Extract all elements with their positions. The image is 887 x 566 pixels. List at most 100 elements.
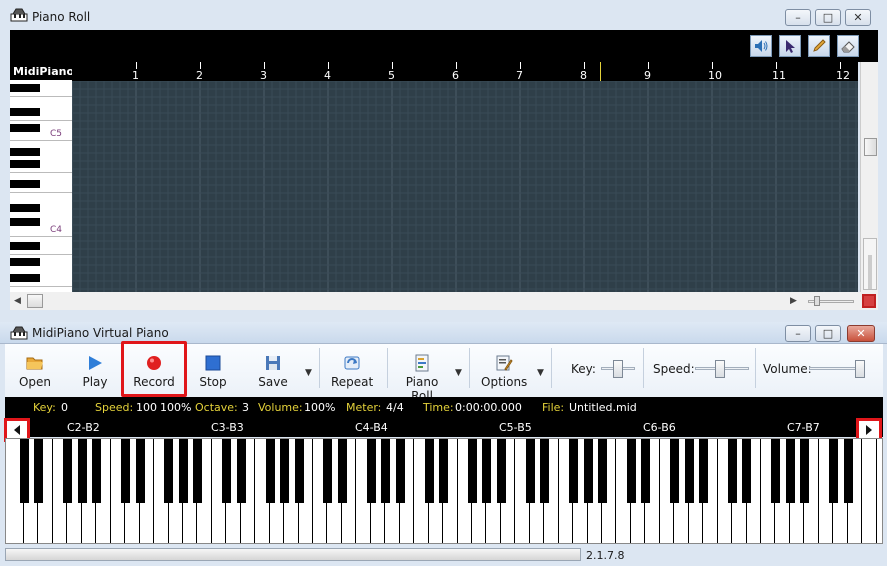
volume-slider[interactable] <box>809 350 865 384</box>
ruler-tick <box>712 62 713 69</box>
black-key[interactable] <box>569 439 579 503</box>
black-key[interactable] <box>699 439 709 503</box>
open-button[interactable]: Open <box>15 350 55 389</box>
black-key[interactable] <box>337 439 347 503</box>
zoom-slider[interactable] <box>863 238 877 290</box>
playhead-marker[interactable] <box>600 62 601 81</box>
play-button[interactable]: Play <box>75 350 115 389</box>
black-key[interactable] <box>424 439 434 503</box>
speaker-tool-button[interactable] <box>750 35 772 57</box>
save-button[interactable]: Save <box>253 350 293 389</box>
key-slider[interactable] <box>601 350 635 384</box>
black-key[interactable] <box>178 439 188 503</box>
black-key[interactable] <box>439 439 448 503</box>
floppy-disk-icon <box>266 356 280 370</box>
status-key-value: 0 <box>61 401 68 414</box>
black-key[interactable] <box>785 439 795 503</box>
minimize-button[interactable]: – <box>785 9 811 26</box>
black-key[interactable] <box>135 439 145 503</box>
black-key[interactable] <box>294 439 304 503</box>
black-key[interactable] <box>597 439 607 503</box>
horizontal-scrollbar[interactable]: ◀ ▶ <box>10 292 800 310</box>
black-key[interactable] <box>265 439 275 503</box>
black-key[interactable] <box>19 439 29 503</box>
octave-label: C7-B7 <box>787 421 820 434</box>
black-key[interactable] <box>366 439 376 503</box>
black-key[interactable] <box>684 439 694 503</box>
black-key[interactable] <box>583 439 593 503</box>
piano-roll-dropdown-icon[interactable]: ▼ <box>455 368 462 378</box>
status-file-label: File: <box>542 401 565 414</box>
speed-slider-thumb[interactable] <box>715 360 725 378</box>
note-grid[interactable] <box>72 81 858 292</box>
black-key[interactable] <box>829 439 839 503</box>
black-key[interactable] <box>467 439 477 503</box>
hzoom-thumb[interactable] <box>814 296 820 306</box>
black-key[interactable] <box>482 439 492 503</box>
record-button-highlight <box>121 341 187 397</box>
maximize-button[interactable]: □ <box>815 9 841 26</box>
status-time-label: Time: <box>423 401 454 414</box>
scroll-left-icon[interactable]: ◀ <box>14 296 21 306</box>
pencil-tool-button[interactable] <box>808 35 830 57</box>
pointer-tool-button[interactable] <box>779 35 801 57</box>
black-key[interactable] <box>63 439 73 503</box>
key-line <box>10 140 72 141</box>
black-key[interactable] <box>540 439 550 503</box>
black-key[interactable] <box>381 439 391 503</box>
toolbar-separator <box>755 348 756 388</box>
black-key[interactable] <box>525 439 535 503</box>
black-key[interactable] <box>771 439 781 503</box>
key-line <box>10 120 72 121</box>
black-key[interactable] <box>164 439 174 503</box>
options-button[interactable]: Options <box>481 350 527 389</box>
repeat-button[interactable]: Repeat <box>331 350 373 389</box>
options-dropdown-icon[interactable]: ▼ <box>537 368 544 378</box>
piano-roll-keyboard: MidiPiano C5 C4 <box>10 62 72 292</box>
black-key[interactable] <box>395 439 405 503</box>
horizontal-zoom-slider[interactable] <box>800 292 878 310</box>
black-key[interactable] <box>323 439 333 503</box>
status-octave-label: Octave: <box>195 401 238 414</box>
piano-roll-button[interactable]: Piano Roll <box>395 350 449 403</box>
stop-button[interactable]: Stop <box>193 350 233 389</box>
status-meter-value: 4/4 <box>386 401 404 414</box>
hscroll-thumb[interactable] <box>27 294 43 308</box>
white-key[interactable] <box>863 439 877 543</box>
options-icon <box>496 355 513 371</box>
black-key[interactable] <box>193 439 203 503</box>
minimize-button[interactable]: – <box>785 325 811 342</box>
vscroll-thumb[interactable] <box>864 138 877 156</box>
eraser-tool-button[interactable] <box>837 35 859 57</box>
status-meter-label: Meter: <box>346 401 382 414</box>
piano-keyboard[interactable] <box>5 438 883 544</box>
close-button[interactable]: ✕ <box>847 325 875 342</box>
black-key[interactable] <box>34 439 44 503</box>
volume-slider-thumb[interactable] <box>855 360 865 378</box>
key-slider-thumb[interactable] <box>613 360 623 378</box>
scroll-right-icon[interactable]: ▶ <box>790 296 797 306</box>
black-key[interactable] <box>236 439 246 503</box>
ruler-tick <box>584 62 585 69</box>
ruler-tick <box>776 62 777 69</box>
black-key[interactable] <box>280 439 290 503</box>
black-key[interactable] <box>641 439 651 503</box>
vertical-scrollbar[interactable] <box>860 62 878 292</box>
black-key[interactable] <box>222 439 232 503</box>
black-key[interactable] <box>670 439 680 503</box>
save-dropdown-icon[interactable]: ▼ <box>305 368 312 378</box>
black-key[interactable] <box>77 439 87 503</box>
maximize-button[interactable]: □ <box>815 325 841 342</box>
black-key[interactable] <box>121 439 131 503</box>
close-button[interactable]: ✕ <box>845 9 871 26</box>
black-key[interactable] <box>843 439 853 503</box>
black-key[interactable] <box>626 439 636 503</box>
speed-slider[interactable] <box>695 350 749 384</box>
black-key[interactable] <box>92 439 102 503</box>
measure-ruler[interactable]: 1 2 3 4 5 6 7 8 9 10 11 12 <box>72 62 858 82</box>
black-key[interactable] <box>728 439 737 503</box>
black-key[interactable] <box>742 439 752 503</box>
black-key[interactable] <box>800 439 810 503</box>
black-key <box>10 204 40 212</box>
black-key[interactable] <box>496 439 506 503</box>
